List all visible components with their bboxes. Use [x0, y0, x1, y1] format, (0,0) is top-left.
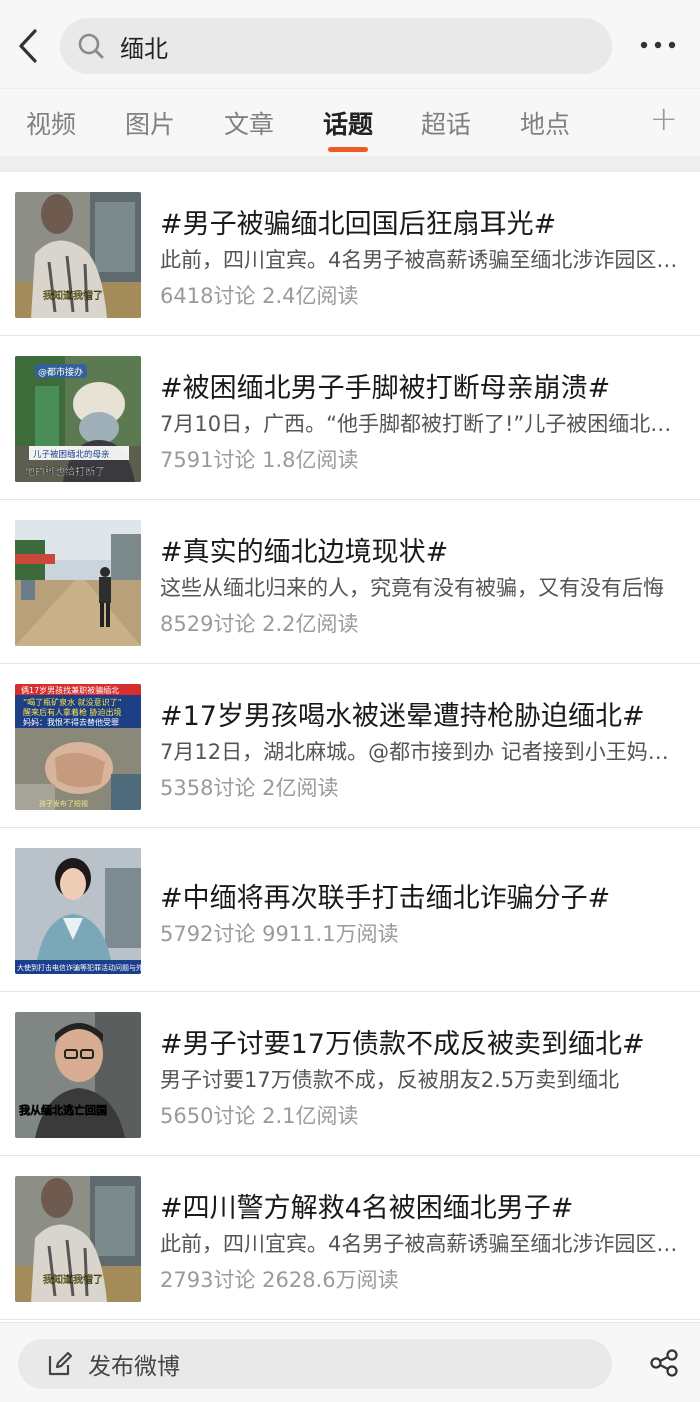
search-query: 缅北 [120, 34, 168, 63]
thumbnail-caption: 我从缅北逃亡回国 [19, 1103, 107, 1117]
topic-item[interactable]: 大使到打击电信诈骗等犯罪活动问题与外长进行会 #中缅将再次联手打击缅北诈骗分子#… [0, 828, 700, 992]
compose-post-button[interactable]: 发布微博 [18, 1339, 612, 1389]
tab-bar: 视频 图片 文章 话题 超话 地点 + [0, 88, 700, 156]
topic-item[interactable]: 我知道我错了 #四川警方解救4名被困缅北男子# 此前，四川宜宾。4名男子被高薪诱… [0, 1156, 700, 1320]
topic-thumbnail: 我从缅北逃亡回国 [15, 1012, 141, 1138]
topic-thumbnail: 我知道我错了 [15, 192, 141, 318]
topic-stats: 2793讨论 2628.6万阅读 [160, 1268, 399, 1292]
tab-places[interactable]: 地点 [520, 105, 570, 141]
bottom-bar: 发布微博 [0, 1322, 700, 1402]
topic-item[interactable]: 俩17岁男孩找兼职被骗缅北 “喝了瓶矿泉水 就没意识了” 醒来后有人拿着枪 胁迫… [0, 664, 700, 828]
topic-stats: 6418讨论 2.4亿阅读 [160, 284, 359, 308]
topic-description: 7月10日，广西。“他手脚都被打断了!”儿子被困缅北，母亲崩溃求助 [160, 412, 680, 436]
topic-item[interactable]: 我从缅北逃亡回国 #男子讨要17万债款不成反被卖到缅北# 男子讨要17万债款不成… [0, 992, 700, 1156]
topic-title: #17岁男孩喝水被迷晕遭持枪胁迫缅北# [160, 701, 645, 732]
search-input[interactable]: 缅北 [60, 18, 612, 74]
topic-title: #被困缅北男子手脚被打断母亲崩溃# [160, 373, 611, 404]
active-tab-indicator [328, 147, 368, 152]
topic-stats: 8529讨论 2.2亿阅读 [160, 612, 359, 636]
tab-video[interactable]: 视频 [26, 105, 76, 141]
section-divider [0, 156, 700, 172]
thumbnail-headline-3: 醒来后有人拿着枪 胁迫出境 [23, 707, 122, 717]
thumbnail-headline: 俩17岁男孩找兼职被骗缅北 [21, 685, 119, 695]
thumbnail-caption: 他的脚也给打断了 [25, 465, 105, 478]
topic-thumbnail: 我知道我错了 [15, 1176, 141, 1302]
topic-stats: 5792讨论 9911.1万阅读 [160, 922, 399, 946]
topic-item[interactable]: @都市接办 儿子被困缅北的母亲 他的脚也给打断了 #被困缅北男子手脚被打断母亲崩… [0, 336, 700, 500]
share-button[interactable] [648, 1347, 680, 1379]
search-icon [76, 31, 106, 61]
thumbnail-caption: 我知道我错了 [43, 289, 103, 302]
topic-description: 这些从缅北归来的人，究竟有没有被骗，又有没有后悔 [160, 576, 664, 600]
topic-item[interactable]: 我知道我错了 #男子被骗缅北回国后狂扇耳光# 此前，四川宜宾。4名男子被高薪诱骗… [0, 172, 700, 336]
topic-description: 7月12日，湖北麻城。@都市接到办 记者接到小王妈妈求助 [160, 740, 680, 764]
topic-stats: 7591讨论 1.8亿阅读 [160, 448, 359, 472]
thumbnail-caption: 大使到打击电信诈骗等犯罪活动问题与外长进行会 [17, 963, 141, 972]
back-button[interactable] [12, 26, 44, 66]
topic-title: #中缅将再次联手打击缅北诈骗分子# [160, 883, 611, 914]
topic-title: #男子被骗缅北回国后狂扇耳光# [160, 209, 557, 240]
thumbnail-headline-2: “喝了瓶矿泉水 就没意识了” [23, 697, 122, 707]
topic-description: 男子讨要17万债款不成，反被朋友2.5万卖到缅北 [160, 1068, 620, 1092]
edit-icon [46, 1350, 74, 1378]
thumbnail-headline-4: 妈妈：我恨不得去替他受罪 [23, 717, 119, 727]
thumbnail-caption: 孩子发布了短视 [39, 799, 88, 808]
topic-thumbnail: 俩17岁男孩找兼职被骗缅北 “喝了瓶矿泉水 就没意识了” 醒来后有人拿着枪 胁迫… [15, 684, 141, 810]
topic-title: #真实的缅北边境现状# [160, 537, 449, 568]
more-button[interactable] [638, 30, 678, 60]
topic-title: #四川警方解救4名被困缅北男子# [160, 1193, 574, 1224]
topic-item[interactable]: #真实的缅北边境现状# 这些从缅北归来的人，究竟有没有被骗，又有没有后悔 852… [0, 500, 700, 664]
tab-topics[interactable]: 话题 [323, 105, 373, 141]
thumbnail-badge: @都市接办 [38, 366, 83, 378]
share-icon [650, 1349, 678, 1377]
tab-images[interactable]: 图片 [125, 105, 175, 141]
thumbnail-caption: 我知道我错了 [43, 1273, 103, 1286]
topic-thumbnail: 大使到打击电信诈骗等犯罪活动问题与外长进行会 [15, 848, 141, 974]
topic-stats: 5650讨论 2.1亿阅读 [160, 1104, 359, 1128]
tab-super-topics[interactable]: 超话 [421, 105, 471, 141]
topic-description: 此前，四川宜宾。4名男子被高薪诱骗至缅北涉诈园区，被困多日后终于获救 [160, 1232, 680, 1256]
topic-list: 我知道我错了 #男子被骗缅北回国后狂扇耳光# 此前，四川宜宾。4名男子被高薪诱骗… [0, 172, 700, 1320]
topic-stats: 5358讨论 2亿阅读 [160, 776, 339, 800]
topic-description: 此前，四川宜宾。4名男子被高薪诱骗至缅北涉诈园区，被困多日后终于获救 [160, 248, 680, 272]
more-dots-icon [640, 41, 676, 49]
topic-thumbnail [15, 520, 141, 646]
thumbnail-subcaption: 儿子被困缅北的母亲 [33, 449, 110, 460]
compose-label: 发布微博 [88, 1354, 180, 1380]
top-bar: 缅北 [0, 0, 700, 88]
topic-title: #男子讨要17万债款不成反被卖到缅北# [160, 1029, 645, 1060]
tab-articles[interactable]: 文章 [224, 105, 274, 141]
add-tab-icon[interactable]: + [650, 99, 679, 139]
chevron-left-icon [19, 29, 37, 63]
topic-thumbnail: @都市接办 儿子被困缅北的母亲 他的脚也给打断了 [15, 356, 141, 482]
